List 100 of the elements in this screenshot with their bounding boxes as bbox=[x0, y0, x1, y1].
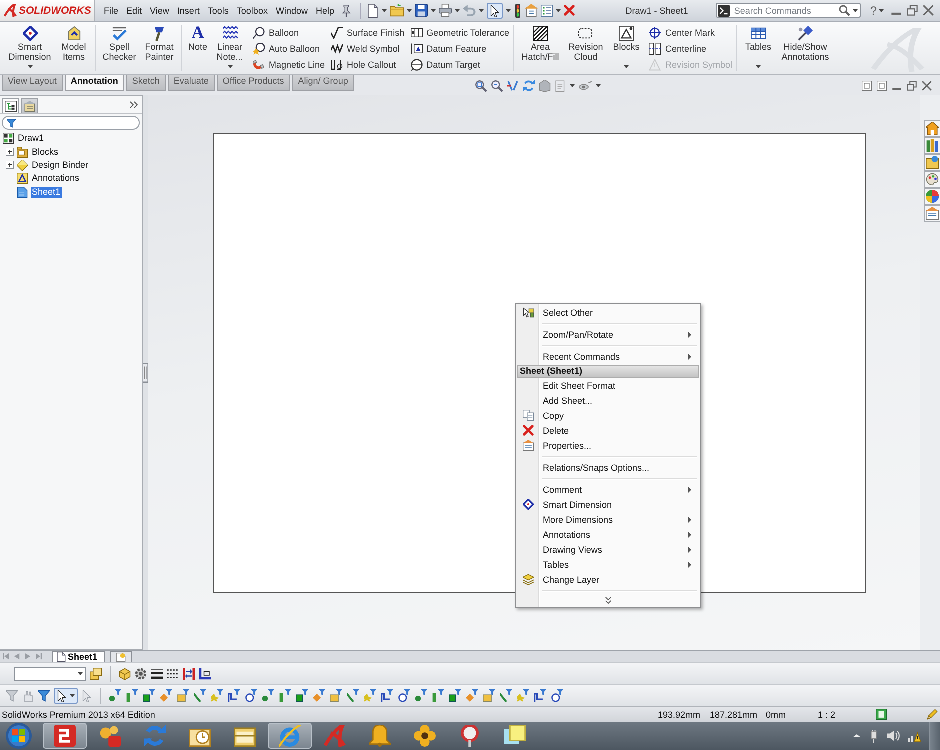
task-pane-tab[interactable] bbox=[924, 171, 940, 188]
ribbon-button[interactable]: Area Hatch/Fill bbox=[518, 25, 562, 71]
ribbon-button[interactable]: Blocks bbox=[609, 25, 644, 71]
ribbon-button[interactable]: Smart Dimension bbox=[6, 25, 54, 71]
ribbon-button[interactable]: Magnetic Line bbox=[253, 57, 326, 72]
menu-item[interactable]: Annotations bbox=[517, 527, 699, 542]
tab[interactable]: Sketch bbox=[126, 75, 166, 91]
ribbon-button[interactable]: Geometric Tolerance bbox=[410, 25, 510, 40]
tree-item[interactable]: Design Binder bbox=[31, 160, 90, 171]
filter-icon[interactable] bbox=[245, 689, 258, 702]
close-icon[interactable] bbox=[922, 81, 932, 91]
menu-item[interactable]: Edit bbox=[122, 6, 146, 16]
folder-icon[interactable] bbox=[234, 725, 256, 747]
tree-item[interactable]: Sheet1 bbox=[31, 186, 62, 198]
panel-tab[interactable] bbox=[2, 98, 19, 113]
menu-item[interactable]: Relations/Snaps Options... bbox=[517, 460, 699, 475]
splitter-handle-icon[interactable] bbox=[143, 362, 148, 382]
ribbon-button[interactable]: Hide/Show Annotations bbox=[778, 25, 832, 71]
menu-item[interactable]: Properties... bbox=[517, 438, 699, 453]
tab[interactable]: Evaluate bbox=[168, 75, 215, 91]
flower-icon[interactable] bbox=[414, 725, 436, 747]
show-hidden-icons-icon[interactable] bbox=[853, 733, 861, 739]
zoom-to-fit-icon[interactable] bbox=[475, 80, 487, 92]
help-button[interactable]: ? bbox=[870, 4, 877, 18]
menu-item[interactable]: Delete bbox=[517, 423, 699, 438]
menu-item[interactable]: View bbox=[146, 6, 174, 16]
caret-icon[interactable] bbox=[853, 8, 858, 12]
filter-icon[interactable] bbox=[347, 689, 360, 702]
zoom-area-icon[interactable] bbox=[491, 80, 503, 92]
new-document-icon[interactable] bbox=[367, 4, 380, 18]
task-pane-tab[interactable] bbox=[924, 188, 940, 205]
filter-icon[interactable] bbox=[160, 689, 173, 702]
ribbon-button[interactable]: A Note bbox=[186, 25, 210, 71]
filter-icon[interactable] bbox=[483, 689, 496, 702]
caret-icon[interactable] bbox=[570, 84, 575, 88]
ribbon-button[interactable]: Model Items bbox=[57, 25, 91, 71]
tab[interactable]: View Layout bbox=[2, 75, 63, 91]
network-warning-icon[interactable] bbox=[908, 730, 921, 742]
ribbon-button[interactable]: Balloon bbox=[253, 25, 326, 40]
filter-icon[interactable] bbox=[228, 689, 241, 702]
filter-icon[interactable] bbox=[415, 689, 428, 702]
caret-icon[interactable] bbox=[506, 8, 512, 12]
menu-item[interactable]: File bbox=[100, 6, 123, 16]
swap-arrows-icon[interactable] bbox=[183, 668, 195, 680]
task-pane-tab[interactable] bbox=[924, 205, 940, 222]
layers-icon[interactable] bbox=[90, 668, 102, 680]
box-icon[interactable] bbox=[119, 668, 131, 680]
tab[interactable]: Align/ Group bbox=[292, 75, 354, 91]
caret-icon[interactable] bbox=[70, 694, 75, 698]
bell-icon[interactable] bbox=[369, 725, 391, 747]
menu-item[interactable]: Window bbox=[272, 6, 312, 16]
search-field[interactable]: Search Commands bbox=[716, 3, 862, 18]
menu-item[interactable]: Edit Sheet Format bbox=[517, 378, 699, 393]
gear-icon[interactable] bbox=[135, 668, 147, 680]
search-icon[interactable] bbox=[839, 5, 850, 16]
filter-icon[interactable] bbox=[551, 689, 564, 702]
filter-icon[interactable] bbox=[500, 689, 513, 702]
ribbon-button[interactable]: Centerline bbox=[649, 41, 732, 56]
eye-icon[interactable] bbox=[579, 80, 592, 92]
task-pane-tab[interactable] bbox=[924, 154, 940, 171]
select-button[interactable] bbox=[54, 688, 78, 704]
pushpin-icon[interactable] bbox=[341, 4, 352, 16]
previous-view-icon[interactable] bbox=[507, 80, 519, 92]
task-pane-tab[interactable] bbox=[924, 137, 940, 154]
ribbon-button[interactable]: Format Painter bbox=[142, 25, 177, 71]
ribbon-button[interactable]: Linear Note... bbox=[213, 25, 247, 71]
caret-icon[interactable] bbox=[879, 8, 884, 12]
ribbon-button[interactable]: Center Mark bbox=[649, 25, 732, 40]
menu-item[interactable]: Add Sheet... bbox=[517, 393, 699, 408]
pencil-icon[interactable] bbox=[927, 709, 938, 720]
expand-plus-icon[interactable] bbox=[6, 161, 14, 170]
filter-icon[interactable] bbox=[449, 689, 462, 702]
filter-icon[interactable] bbox=[126, 689, 139, 702]
ribbon-button[interactable]: Tables bbox=[741, 25, 776, 71]
corner-line-icon[interactable] bbox=[199, 668, 211, 680]
filter-icon[interactable] bbox=[177, 689, 190, 702]
menu-item[interactable]: Help bbox=[312, 6, 338, 16]
restore-icon[interactable] bbox=[907, 5, 918, 16]
ribbon-button[interactable]: Revision Cloud bbox=[565, 25, 606, 71]
filter-field[interactable] bbox=[2, 116, 140, 130]
traffic-light-icon[interactable] bbox=[514, 4, 522, 18]
menu-item[interactable]: Zoom/Pan/Rotate bbox=[517, 327, 699, 342]
caret-icon[interactable] bbox=[556, 8, 562, 12]
plug-icon[interactable] bbox=[869, 730, 879, 742]
caret-icon[interactable] bbox=[624, 65, 629, 69]
menu-item[interactable]: More Dimensions bbox=[517, 512, 699, 527]
restore-icon[interactable] bbox=[907, 81, 917, 91]
refresh-icon[interactable] bbox=[523, 80, 535, 92]
ribbon-button[interactable]: Surface Finish bbox=[331, 25, 405, 40]
folder-icon[interactable] bbox=[390, 4, 404, 17]
printer-icon[interactable] bbox=[439, 4, 452, 17]
filter-icon[interactable] bbox=[330, 689, 343, 702]
caret-icon[interactable] bbox=[228, 65, 232, 69]
filter-icon[interactable] bbox=[432, 689, 445, 702]
filter-icon[interactable] bbox=[313, 689, 326, 702]
tab[interactable]: Office Products bbox=[216, 75, 290, 91]
caret-icon[interactable] bbox=[431, 8, 436, 12]
caret-icon[interactable] bbox=[596, 84, 601, 88]
menu-item[interactable]: Change Layer bbox=[517, 572, 699, 587]
filter-icon[interactable] bbox=[143, 689, 156, 702]
